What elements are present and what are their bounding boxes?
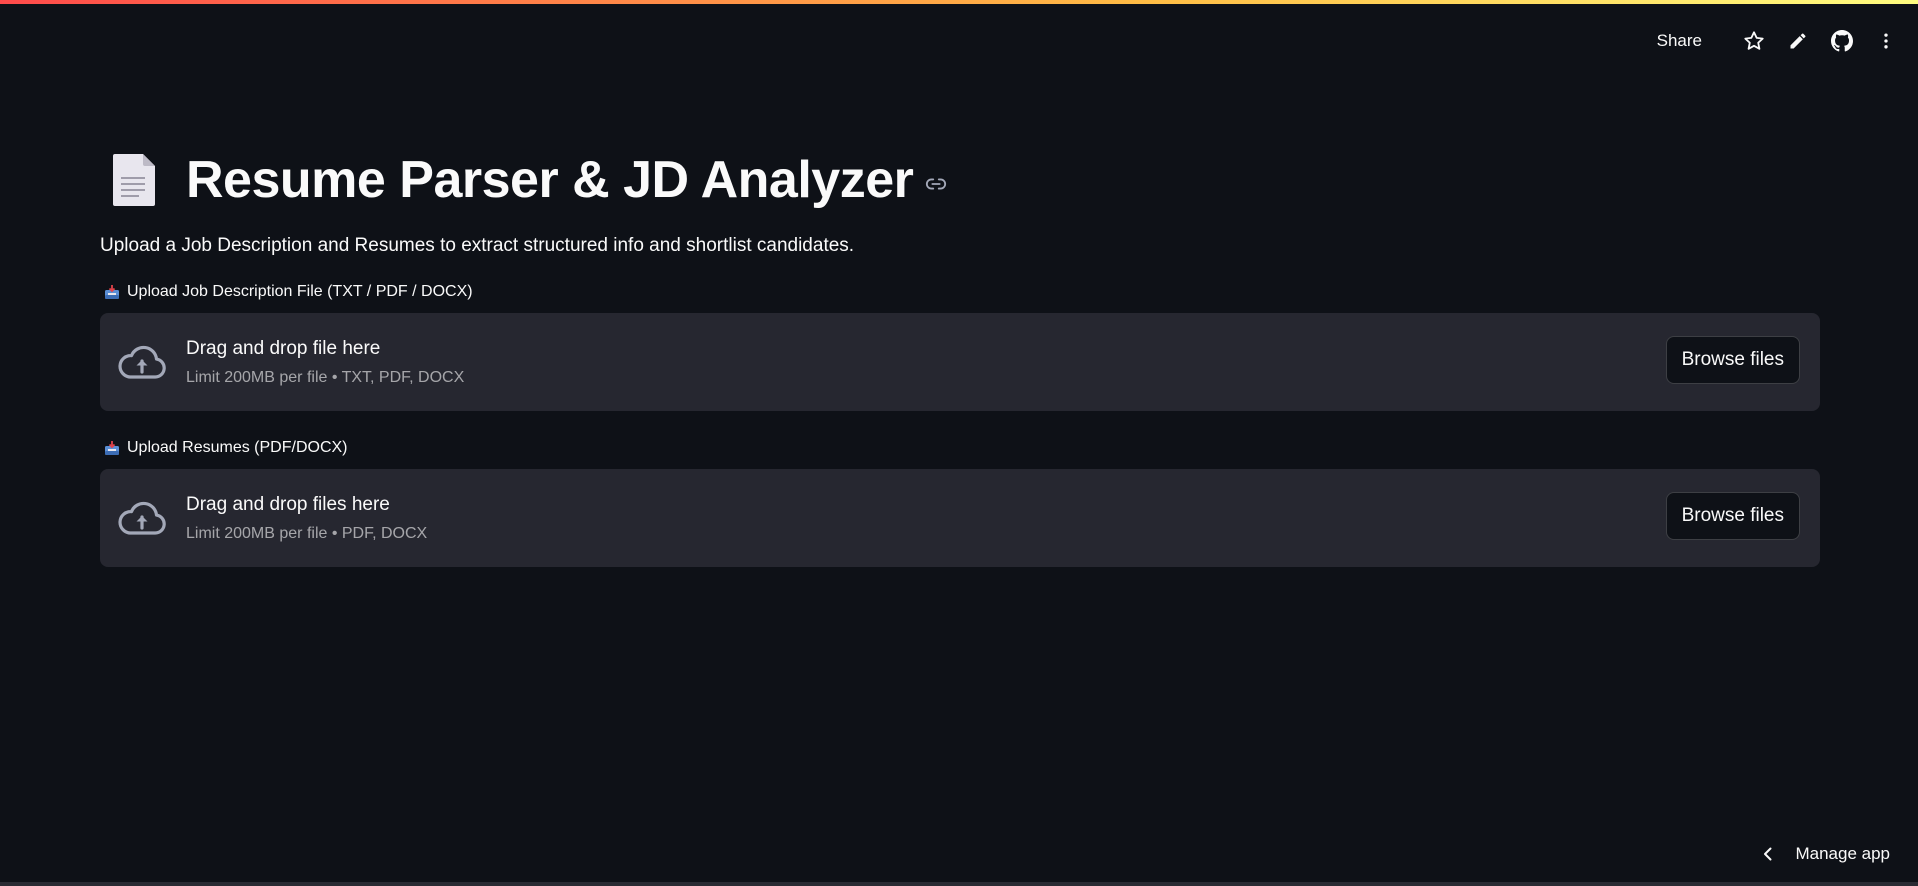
link-icon[interactable]	[925, 173, 947, 195]
document-icon	[112, 153, 156, 207]
jd-browse-files-button[interactable]: Browse files	[1665, 336, 1800, 384]
resumes-browse-files-button[interactable]: Browse files	[1665, 492, 1800, 540]
drop-instruction: Drag and drop files here	[186, 493, 390, 515]
file-limit-text: Limit 200MB per file • PDF, DOCX	[186, 524, 428, 542]
file-limit-text: Limit 200MB per file • TXT, PDF, DOCX	[186, 368, 465, 386]
chevron-left-icon	[1764, 847, 1772, 861]
cloud-upload-icon	[118, 342, 166, 382]
bottom-bar	[0, 882, 1918, 886]
inbox-tray-icon	[104, 440, 120, 456]
jd-upload-label-text: Upload Job Description File (TXT / PDF /…	[127, 283, 473, 300]
jd-dropzone-text: Drag and drop file here Limit 200MB per …	[186, 338, 464, 387]
pencil-icon[interactable]	[1784, 27, 1812, 55]
jd-dropzone[interactable]: Drag and drop file here Limit 200MB per …	[100, 313, 1820, 411]
top-decoration-bar	[0, 0, 1918, 4]
page-title: Resume Parser & JD Analyzer	[186, 151, 914, 209]
share-button[interactable]: Share	[1647, 27, 1712, 55]
resumes-upload-label-text: Upload Resumes (PDF/DOCX)	[127, 439, 348, 456]
jd-upload-label: Upload Job Description File (TXT / PDF /…	[102, 281, 1820, 303]
resumes-dropzone[interactable]: Drag and drop files here Limit 200MB per…	[100, 469, 1820, 567]
main-content: Resume Parser & JD Analyzer Upload a Job…	[100, 140, 1820, 567]
resumes-dropzone-text: Drag and drop files here Limit 200MB per…	[186, 494, 427, 543]
inbox-tray-icon	[104, 284, 120, 300]
drop-instruction: Drag and drop file here	[186, 337, 381, 359]
github-icon[interactable]	[1828, 27, 1856, 55]
more-vertical-icon[interactable]	[1872, 27, 1900, 55]
title-row: Resume Parser & JD Analyzer	[100, 140, 1820, 220]
app-toolbar: Share	[1647, 26, 1900, 56]
star-icon[interactable]	[1740, 27, 1768, 55]
cloud-upload-icon	[118, 498, 166, 538]
manage-app-button[interactable]: Manage app	[1761, 844, 1890, 864]
resumes-upload-label: Upload Resumes (PDF/DOCX)	[102, 437, 1820, 459]
page-subtitle: Upload a Job Description and Resumes to …	[100, 235, 855, 256]
manage-app-label: Manage app	[1795, 844, 1890, 863]
